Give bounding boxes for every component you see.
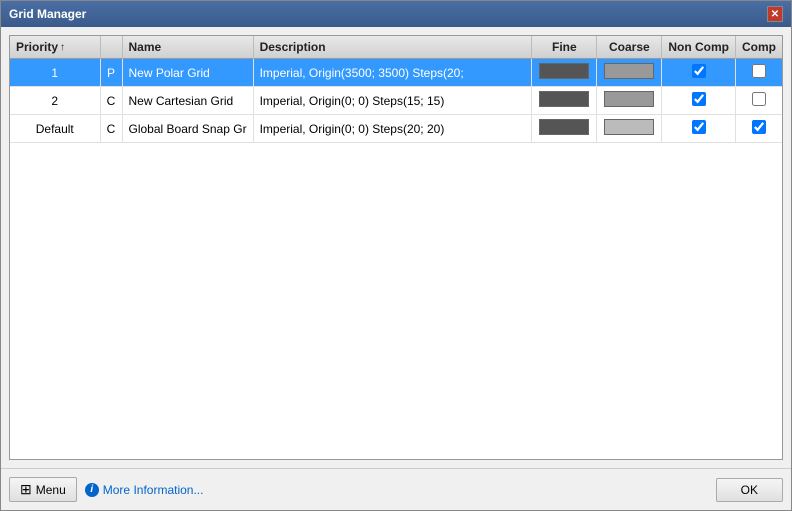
- cell-comp[interactable]: [736, 87, 783, 115]
- cell-name: New Cartesian Grid: [122, 87, 253, 115]
- cell-fine: [532, 115, 597, 143]
- cell-type: P: [100, 59, 122, 87]
- content-area: Priority ↑ Name Description Fine Coarse …: [1, 27, 791, 468]
- col-comp[interactable]: Comp: [736, 36, 783, 59]
- cell-comp[interactable]: [736, 115, 783, 143]
- info-icon: i: [85, 483, 99, 497]
- col-fine[interactable]: Fine: [532, 36, 597, 59]
- cell-description: Imperial, Origin(0; 0) Steps(15; 15): [253, 87, 532, 115]
- fine-swatch: [539, 119, 589, 135]
- window-title: Grid Manager: [9, 7, 86, 21]
- more-info-label: More Information...: [103, 483, 204, 497]
- col-description[interactable]: Description: [253, 36, 532, 59]
- fine-swatch: [539, 91, 589, 107]
- header-row: Priority ↑ Name Description Fine Coarse …: [10, 36, 782, 59]
- col-name[interactable]: Name: [122, 36, 253, 59]
- col-priority[interactable]: Priority ↑: [10, 36, 100, 59]
- cell-noncomp[interactable]: [662, 115, 736, 143]
- cell-type: C: [100, 115, 122, 143]
- cell-name: New Polar Grid: [122, 59, 253, 87]
- cell-fine: [532, 59, 597, 87]
- col-type: [100, 36, 122, 59]
- fine-swatch: [539, 63, 589, 79]
- grid-table: Priority ↑ Name Description Fine Coarse …: [10, 36, 782, 143]
- noncomp-checkbox[interactable]: [692, 64, 706, 78]
- table-row[interactable]: 2CNew Cartesian GridImperial, Origin(0; …: [10, 87, 782, 115]
- coarse-swatch: [604, 91, 654, 107]
- cell-coarse: [597, 59, 662, 87]
- col-noncomp[interactable]: Non Comp: [662, 36, 736, 59]
- cell-priority: 2: [10, 87, 100, 115]
- cell-name: Global Board Snap Gr: [122, 115, 253, 143]
- noncomp-checkbox[interactable]: [692, 120, 706, 134]
- cell-description: Imperial, Origin(0; 0) Steps(20; 20): [253, 115, 532, 143]
- noncomp-checkbox[interactable]: [692, 92, 706, 106]
- close-button[interactable]: ✕: [767, 6, 783, 22]
- ok-button[interactable]: OK: [716, 478, 783, 502]
- comp-checkbox[interactable]: [752, 92, 766, 106]
- footer: ⊞ Menu i More Information... OK: [1, 468, 791, 510]
- comp-checkbox[interactable]: [752, 64, 766, 78]
- comp-checkbox[interactable]: [752, 120, 766, 134]
- menu-button[interactable]: ⊞ Menu: [9, 477, 77, 502]
- coarse-swatch: [604, 63, 654, 79]
- grid-manager-window: Grid Manager ✕ Priority ↑ Nam: [0, 0, 792, 511]
- col-coarse[interactable]: Coarse: [597, 36, 662, 59]
- table-header: Priority ↑ Name Description Fine Coarse …: [10, 36, 782, 59]
- cell-noncomp[interactable]: [662, 87, 736, 115]
- more-info-link[interactable]: i More Information...: [85, 483, 204, 497]
- cell-coarse: [597, 115, 662, 143]
- cell-comp[interactable]: [736, 59, 783, 87]
- grid-table-container: Priority ↑ Name Description Fine Coarse …: [9, 35, 783, 460]
- cell-noncomp[interactable]: [662, 59, 736, 87]
- menu-icon: ⊞: [20, 481, 32, 498]
- table-body: 1PNew Polar GridImperial, Origin(3500; 3…: [10, 59, 782, 143]
- cell-description: Imperial, Origin(3500; 3500) Steps(20;: [253, 59, 532, 87]
- coarse-swatch: [604, 119, 654, 135]
- cell-priority: 1: [10, 59, 100, 87]
- cell-fine: [532, 87, 597, 115]
- table-row[interactable]: 1PNew Polar GridImperial, Origin(3500; 3…: [10, 59, 782, 87]
- table-row[interactable]: DefaultCGlobal Board Snap GrImperial, Or…: [10, 115, 782, 143]
- menu-label: Menu: [36, 483, 66, 497]
- footer-left: ⊞ Menu i More Information...: [9, 477, 203, 502]
- title-controls: ✕: [767, 6, 783, 22]
- cell-priority: Default: [10, 115, 100, 143]
- title-bar: Grid Manager ✕: [1, 1, 791, 27]
- cell-type: C: [100, 87, 122, 115]
- cell-coarse: [597, 87, 662, 115]
